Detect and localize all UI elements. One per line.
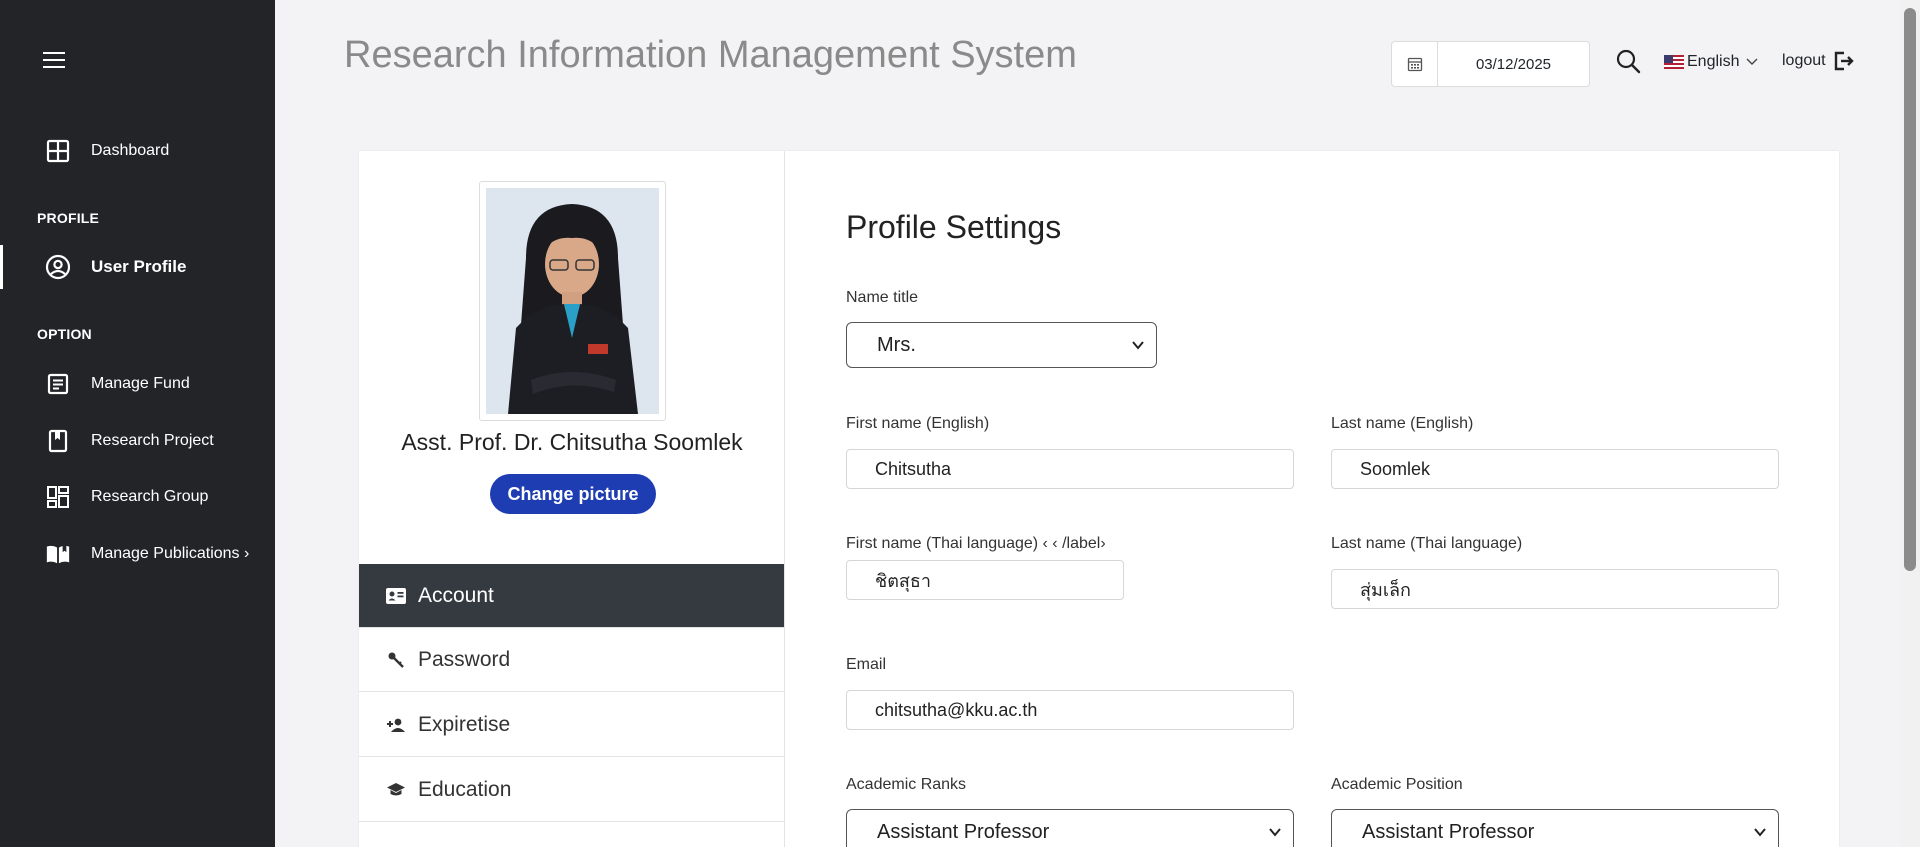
tab-more[interactable] xyxy=(359,823,784,847)
profile-settings-panel: Profile Settings Name title Mrs. First n… xyxy=(785,151,1839,847)
dashboard-icon xyxy=(45,138,71,164)
scrollbar-thumb[interactable] xyxy=(1904,8,1916,571)
us-flag-icon xyxy=(1664,55,1684,69)
change-picture-button[interactable]: Change picture xyxy=(490,474,656,514)
academic-position-label: Academic Position xyxy=(1331,776,1463,793)
page-title: Profile Settings xyxy=(846,209,1062,245)
sidebar-item-user-profile[interactable]: User Profile xyxy=(0,245,275,289)
date-picker[interactable]: 03/12/2025 xyxy=(1391,41,1590,87)
chevron-down-icon xyxy=(1754,828,1766,837)
sidebar-item-research-group[interactable]: Research Group xyxy=(0,475,275,519)
profile-name: Asst. Prof. Dr. Chitsutha Soomlek xyxy=(401,429,743,455)
graduation-cap-icon xyxy=(385,779,407,801)
first-name-th-label: First name (Thai language) ‹ ‹ /label› xyxy=(846,535,1106,552)
tab-label: Account xyxy=(418,583,494,607)
language-label: English xyxy=(1687,53,1740,70)
academic-position-select[interactable]: Assistant Professor xyxy=(1331,809,1779,847)
person-add-icon xyxy=(385,714,407,736)
calendar-icon[interactable] xyxy=(1392,42,1438,86)
tab-account[interactable]: Account xyxy=(359,564,784,628)
sidebar: Dashboard PROFILE User Profile OPTION Ma… xyxy=(0,0,275,847)
profile-sidebar: Asst. Prof. Dr. Chitsutha Soomlek Change… xyxy=(359,151,785,847)
sidebar-section-profile: PROFILE xyxy=(37,210,100,226)
tab-label: Education xyxy=(418,777,512,801)
email-field[interactable]: chitsutha@kku.ac.th xyxy=(846,690,1294,730)
sidebar-item-label: Research Group xyxy=(91,488,209,505)
tab-label: Password xyxy=(418,647,511,671)
search-icon[interactable] xyxy=(1615,48,1641,74)
date-value[interactable]: 03/12/2025 xyxy=(1438,42,1589,86)
academic-ranks-label: Academic Ranks xyxy=(846,776,967,793)
id-card-icon xyxy=(385,585,407,607)
sidebar-item-manage-publications[interactable]: Manage Publications › xyxy=(0,532,275,576)
sidebar-item-dashboard[interactable]: Dashboard xyxy=(0,129,275,173)
user-circle-icon xyxy=(45,254,71,280)
bookmark-icon xyxy=(45,428,71,454)
last-name-th-input[interactable]: สุ่มเล็ก xyxy=(1331,569,1779,609)
logout-label: logout xyxy=(1782,52,1826,69)
app-title: Research Information Management System xyxy=(344,34,1077,76)
email-label: Email xyxy=(846,656,887,673)
tab-education[interactable]: Education xyxy=(359,758,784,822)
last-name-en-label: Last name (English) xyxy=(1331,415,1474,432)
chevron-down-icon xyxy=(1269,828,1281,837)
page-scrollbar[interactable] xyxy=(1900,0,1920,847)
sidebar-item-label: Dashboard xyxy=(91,142,170,159)
grid-icon xyxy=(45,484,71,510)
sidebar-item-label: User Profile xyxy=(91,257,187,276)
open-book-icon xyxy=(45,541,71,567)
tab-password[interactable]: Password xyxy=(359,628,784,692)
academic-ranks-value: Assistant Professor xyxy=(877,820,1050,843)
sidebar-item-research-project[interactable]: Research Project xyxy=(0,419,275,463)
academic-ranks-select[interactable]: Assistant Professor xyxy=(846,809,1294,847)
menu-toggle-icon[interactable] xyxy=(43,52,65,70)
first-name-th-input[interactable]: ชิตสุธา xyxy=(846,560,1124,600)
last-name-en-input[interactable]: Soomlek xyxy=(1331,449,1779,489)
logout-button[interactable]: logout xyxy=(1782,50,1854,72)
profile-card: Asst. Prof. Dr. Chitsutha Soomlek Change… xyxy=(359,151,1839,847)
name-title-select[interactable]: Mrs. xyxy=(846,322,1157,368)
tab-label: Expiretise xyxy=(418,712,511,736)
sidebar-item-label: Manage Fund xyxy=(91,375,190,392)
chevron-down-icon xyxy=(1132,341,1144,350)
academic-position-value: Assistant Professor xyxy=(1362,820,1535,843)
document-icon xyxy=(45,371,71,397)
first-name-en-input[interactable]: Chitsutha xyxy=(846,449,1294,489)
sidebar-item-label: Research Project xyxy=(91,432,214,449)
profile-photo xyxy=(479,181,666,421)
key-icon xyxy=(385,649,407,671)
first-name-en-label: First name (English) xyxy=(846,415,990,432)
sidebar-item-label: Manage Publications › xyxy=(91,545,250,562)
logout-icon xyxy=(1832,50,1854,72)
language-selector[interactable]: English xyxy=(1664,53,1758,71)
chevron-down-icon xyxy=(1746,58,1758,66)
sidebar-item-manage-fund[interactable]: Manage Fund xyxy=(0,362,275,406)
tab-expertise[interactable]: Expiretise xyxy=(359,693,784,757)
name-title-label: Name title xyxy=(846,289,919,306)
last-name-th-label: Last name (Thai language) xyxy=(1331,535,1523,552)
name-title-value: Mrs. xyxy=(877,333,916,356)
sidebar-section-option: OPTION xyxy=(37,326,92,342)
